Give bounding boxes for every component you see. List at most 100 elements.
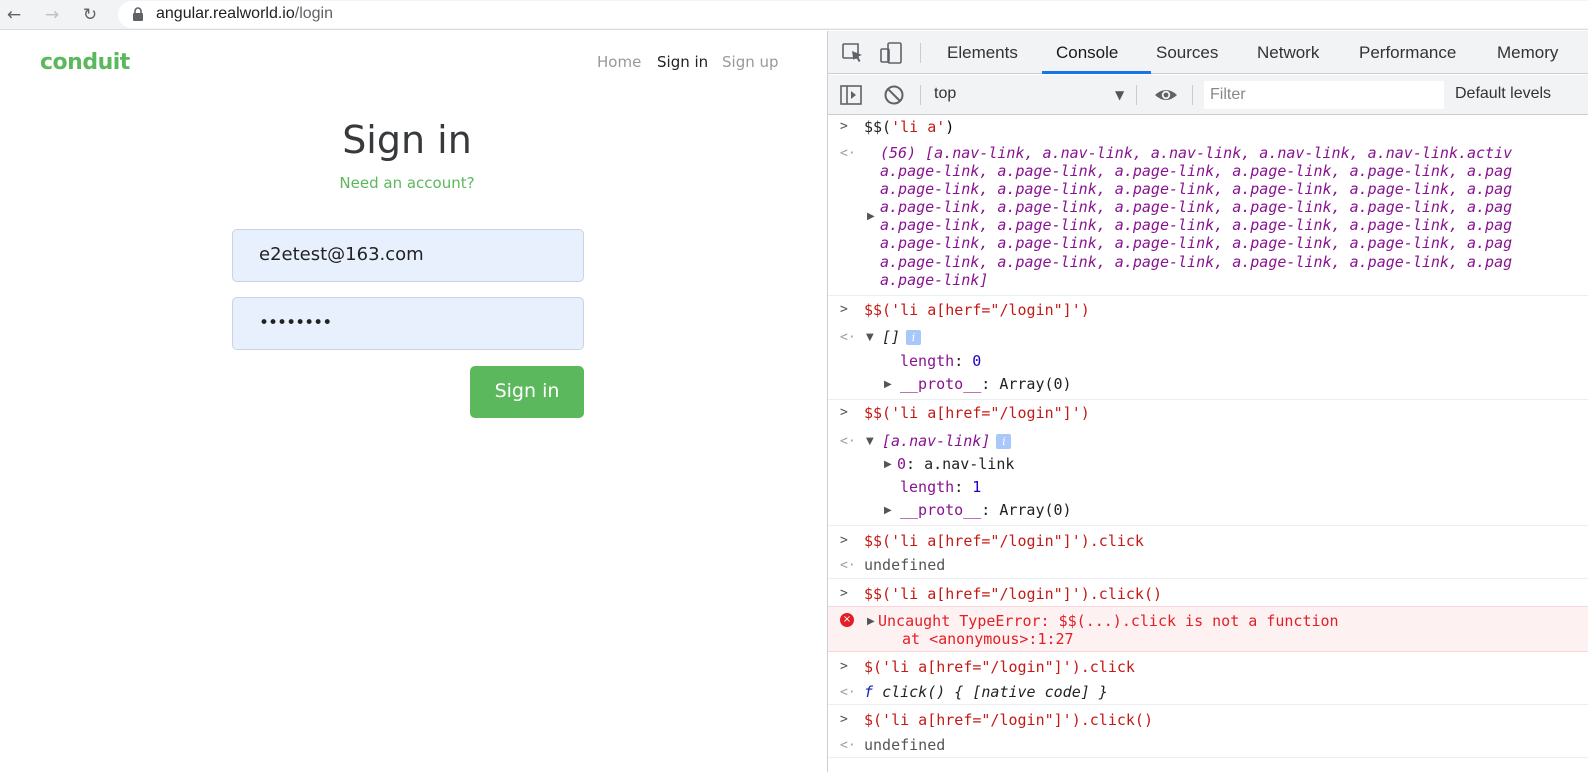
collapse-triangle-icon[interactable]: ▼ [866,332,874,343]
tab-elements[interactable]: Elements [947,43,1018,63]
property-key: length [900,478,955,496]
separator [1136,85,1137,105]
result-line: a.page-link, a.page-link, a.page-link, a… [880,253,1513,271]
console-entry: > $$('li a') <· ▶ (56) [a.nav-link, a.na… [828,116,1588,296]
devtools-panel: Elements Console Sources Network Perform… [827,31,1588,772]
tab-performance[interactable]: Performance [1359,43,1456,63]
error-icon: × [840,613,854,627]
result-property[interactable]: 0: a.nav-link [897,455,1014,473]
console-toolbar: top ▼ Filter Default levels [828,75,1588,115]
separator [920,43,921,63]
result-line: a.page-link, a.page-link, a.page-link, a… [880,180,1513,198]
input-prompt-icon: > [840,119,848,134]
address-bar[interactable] [118,1,1588,28]
device-toolbar-icon[interactable] [879,42,903,64]
console-entry: > $$('li a[herf="/login"]') <· ▼ [] i len… [828,296,1588,400]
property-value: Array(0) [999,375,1072,393]
property-value: 0 [972,352,982,370]
forward-icon[interactable]: → [41,4,63,26]
result-head[interactable]: [] i [882,328,922,346]
property-key: __proto__ [900,501,982,519]
console-entry: > $('li a[href="/login"]').click <· f cl… [828,652,1588,705]
result-line: a.page-link, a.page-link, a.page-link, a… [880,216,1513,234]
console-error: × ▶ Uncaught TypeError: $$(...).click is… [828,606,1588,652]
property-key: __proto__ [900,375,982,393]
back-icon[interactable]: ← [3,4,25,26]
nav-sign-up[interactable]: Sign up [722,53,779,71]
result-arrow-icon: <· [840,330,856,345]
password-field[interactable]: •••••••• [232,297,584,350]
result-line: a.page-link, a.page-link, a.page-link, a… [880,198,1513,216]
result-arrow-icon: <· [840,558,856,573]
property-value: Array(0) [999,501,1072,519]
reload-icon[interactable]: ↻ [79,4,101,26]
nav-home[interactable]: Home [597,53,641,71]
tab-memory[interactable]: Memory [1497,43,1558,63]
input-prompt-icon: > [840,405,848,420]
url-path: /login [294,5,333,22]
browser-toolbar: ← → ↻ angular.realworld.io/login [0,0,1588,30]
eye-icon[interactable] [1153,84,1179,106]
active-tab-indicator [1042,71,1151,74]
nav-sign-in[interactable]: Sign in [657,53,708,71]
property-value: 1 [972,478,982,496]
input-prompt-icon: > [840,586,848,601]
result-property[interactable]: __proto__: Array(0) [900,501,1072,519]
console-entry: > $$('li a[href="/login"]').click() [828,579,1588,606]
console-output: > $$('li a') <· ▶ (56) [a.nav-link, a.na… [828,116,1588,772]
info-icon[interactable]: i [996,434,1012,449]
result-value: undefined [864,736,946,754]
info-icon[interactable]: i [906,330,922,345]
email-field[interactable]: e2etest@163.com [232,229,584,282]
console-command: $$('li a') [864,118,955,136]
inspect-element-icon[interactable] [841,42,865,64]
expand-triangle-icon[interactable]: ▶ [867,211,875,222]
collapse-triangle-icon[interactable]: ▼ [866,436,874,447]
property-value: a.nav-link [924,455,1015,473]
result-head[interactable]: [a.nav-link] i [882,432,1012,450]
result-value: [a.nav-link] [882,432,991,450]
result-property: length: 1 [900,478,982,496]
expand-triangle-icon[interactable]: ▶ [884,379,892,390]
input-prompt-icon: > [840,533,848,548]
input-prompt-icon: > [840,712,848,727]
tab-console[interactable]: Console [1056,43,1118,63]
console-entry: > $('li a[href="/login"]').click() <· un… [828,705,1588,758]
result-property[interactable]: __proto__: Array(0) [900,375,1072,393]
tab-network[interactable]: Network [1257,43,1319,63]
function-keyword: f [864,683,874,701]
error-message[interactable]: Uncaught TypeError: $$(...).click is not… [878,612,1339,630]
function-signature: click() { [native code] } [882,683,1108,701]
property-key: length [900,352,955,370]
result-line[interactable]: (56) [a.nav-link, a.nav-link, a.nav-link… [880,144,1512,162]
command-text: 'li a' [891,118,946,136]
result-arrow-icon: <· [840,434,856,449]
result-arrow-icon: <· [840,738,856,753]
expand-triangle-icon[interactable]: ▶ [884,505,892,516]
clear-console-icon[interactable] [882,84,906,106]
expand-triangle-icon[interactable]: ▶ [884,459,892,470]
sidebar-toggle-icon[interactable] [839,84,863,106]
console-command: $$('li a[href="/login"]') [864,404,1090,422]
app-page: conduit Home Sign in Sign up Sign in Nee… [0,31,827,772]
tab-sources[interactable]: Sources [1156,43,1218,63]
property-key: 0 [897,455,907,473]
caret-down-icon[interactable]: ▼ [1115,88,1124,102]
error-stack[interactable]: at <anonymous>:1:27 [902,630,1074,648]
expand-triangle-icon[interactable]: ▶ [867,616,875,627]
result-arrow-icon: <· [840,146,856,161]
filter-input[interactable]: Filter [1204,81,1444,109]
console-command: $('li a[href="/login"]').click() [864,711,1153,729]
url-text[interactable]: angular.realworld.io/login [156,5,333,23]
result-line: a.page-link, a.page-link, a.page-link, a… [880,234,1513,252]
input-prompt-icon: > [840,659,848,674]
console-command: $$('li a[herf="/login"]') [864,301,1090,319]
log-levels-dropdown[interactable]: Default levels [1455,85,1551,103]
console-command: $('li a[href="/login"]').click [864,658,1135,676]
result-line: a.page-link, a.page-link, a.page-link, a… [880,162,1513,180]
need-account-link[interactable]: Need an account? [0,174,814,192]
sign-in-button[interactable]: Sign in [470,366,584,418]
result-function[interactable]: f click() { [native code] } [864,683,1108,701]
brand-logo[interactable]: conduit [40,50,130,75]
context-selector[interactable]: top [934,85,956,103]
